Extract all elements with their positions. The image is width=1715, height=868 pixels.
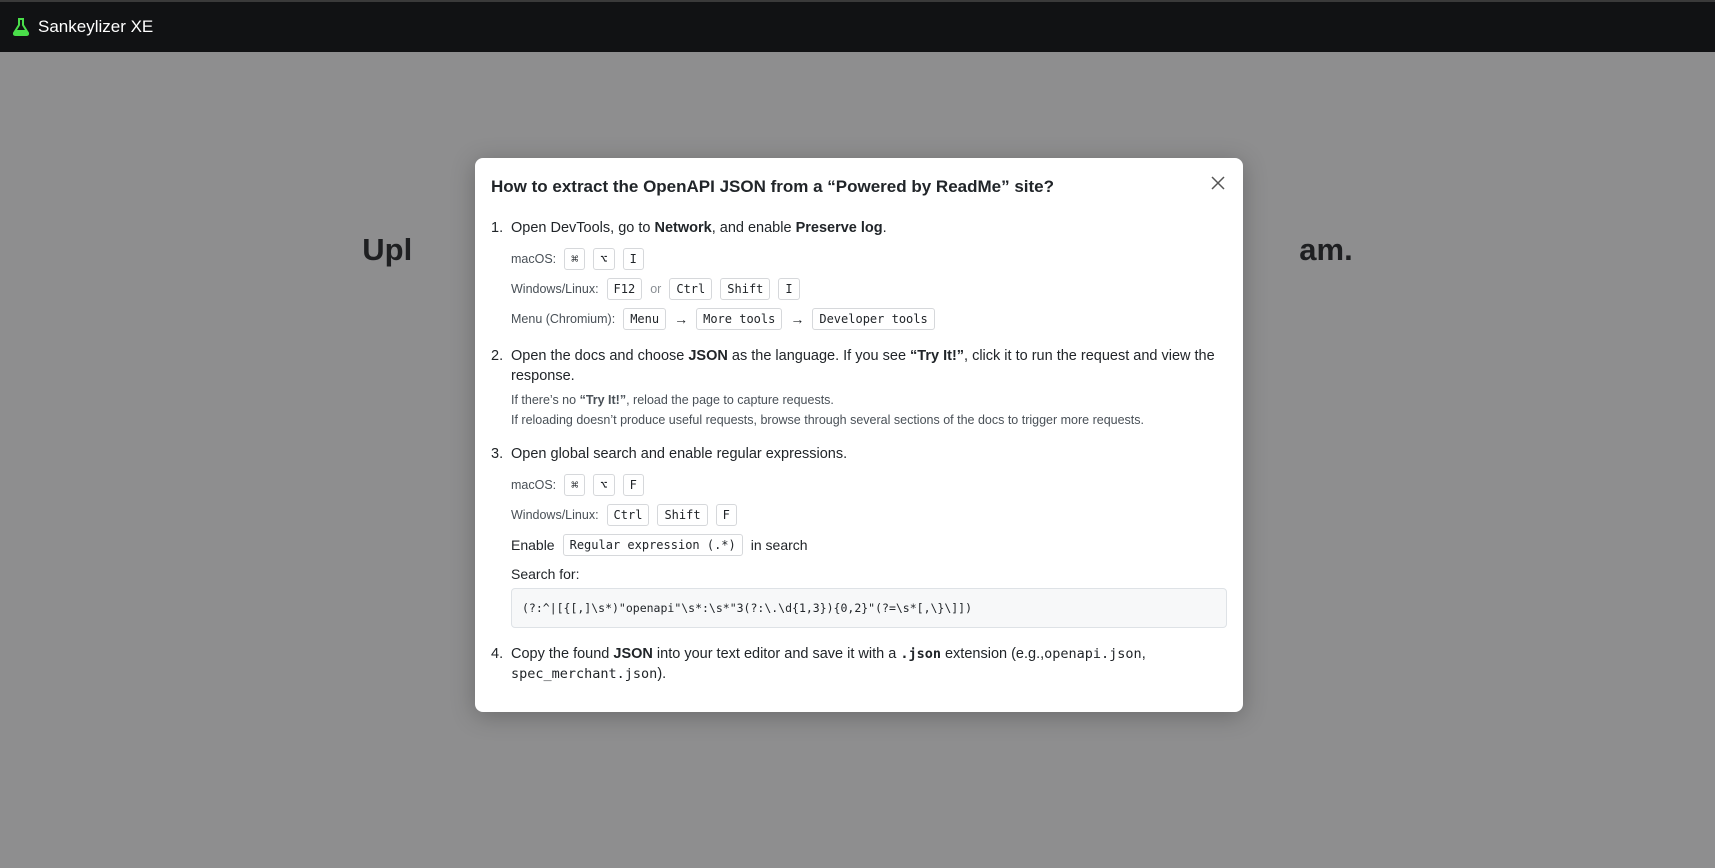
regex-toggle-label: Regular expression (.*)	[562, 534, 743, 556]
step-number: 3.	[491, 446, 504, 462]
text: ).	[657, 666, 667, 682]
step-2-text: Open the docs and choose JSON as the lan…	[511, 346, 1227, 386]
key-shift: Shift	[720, 278, 771, 300]
or-text: or	[650, 282, 662, 296]
text: .	[882, 220, 887, 236]
text: Copy the found	[511, 646, 614, 662]
try-it-label: “Try It!”	[910, 348, 965, 364]
key-cmd: ⌘	[564, 474, 586, 496]
step-3: 3. Open global search and enable regular…	[491, 444, 1227, 628]
macos-label: macOS:	[511, 478, 557, 492]
close-button[interactable]	[1207, 172, 1229, 194]
key-f: F	[715, 504, 737, 526]
example-filename-1: openapi.json	[1044, 646, 1142, 662]
flask-icon	[12, 18, 30, 36]
key-ctrl: Ctrl	[669, 278, 713, 300]
key-shift: Shift	[657, 504, 708, 526]
step-number: 1.	[491, 220, 504, 236]
menu-label: Menu (Chromium):	[511, 312, 616, 326]
json-label: JSON	[613, 646, 653, 662]
text: , reload the page to capture requests.	[626, 393, 834, 407]
windows-shortcut-row: Windows/Linux: Ctrl Shift F	[511, 500, 1227, 530]
steps-list: 1. Open DevTools, go to Network, and ena…	[491, 218, 1227, 684]
macos-shortcut-row: macOS: ⌘ ⌥ I	[511, 244, 1227, 274]
step-4: 4. Copy the found JSON into your text ed…	[491, 644, 1227, 684]
macos-label: macOS:	[511, 252, 557, 266]
key-i: I	[778, 278, 800, 300]
try-it-label: “Try It!”	[579, 393, 627, 407]
text: into your text editor and save it with a	[652, 646, 901, 662]
key-cmd: ⌘	[564, 248, 586, 270]
json-label: JSON	[688, 348, 728, 364]
network-label: Network	[654, 220, 712, 236]
search-for-label: Search for:	[511, 566, 580, 582]
step-1-text: Open DevTools, go to Network, and enable…	[511, 218, 1227, 238]
app-brand[interactable]: Sankeylizer XE	[12, 17, 153, 37]
key-f: F	[622, 474, 644, 496]
menu-item-developer-tools: Developer tools	[812, 308, 935, 330]
key-f12: F12	[606, 278, 643, 300]
text: Open the docs and choose	[511, 348, 689, 364]
example-filename-2: spec_merchant.json	[511, 666, 658, 682]
key-ctrl: Ctrl	[606, 504, 650, 526]
step-number: 2.	[491, 348, 504, 364]
step-number: 4.	[491, 646, 504, 662]
text: as the language. If you see	[727, 348, 911, 364]
enable-regex-row: Enable Regular expression (.*) in search	[511, 530, 1227, 560]
step-2: 2. Open the docs and choose JSON as the …	[491, 346, 1227, 430]
close-icon	[1211, 176, 1225, 190]
in-search-text: in search	[750, 537, 808, 553]
step-3-text: Open global search and enable regular ex…	[511, 446, 848, 462]
modal-title: How to extract the OpenAPI JSON from a “…	[491, 177, 1055, 196]
step-4-text: Copy the found JSON into your text edito…	[511, 644, 1227, 684]
help-modal: How to extract the OpenAPI JSON from a “…	[475, 158, 1243, 712]
text: Open DevTools, go to	[511, 220, 655, 236]
text: If there’s no	[511, 393, 580, 407]
key-option: ⌥	[593, 474, 615, 496]
step-1: 1. Open DevTools, go to Network, and ena…	[491, 218, 1227, 334]
text: ,	[1141, 646, 1146, 662]
arrow-right-icon: →	[674, 311, 689, 327]
windows-label: Windows/Linux:	[511, 508, 599, 522]
macos-shortcut-row: macOS: ⌘ ⌥ F	[511, 470, 1227, 500]
step-2-note-2: If reloading doesn’t produce useful requ…	[511, 413, 1144, 427]
key-i: I	[622, 248, 644, 270]
menu-item-menu: Menu	[623, 308, 667, 330]
key-option: ⌥	[593, 248, 615, 270]
arrow-right-icon: →	[790, 311, 805, 327]
step-2-note-1: If there’s no “Try It!”, reload the page…	[511, 390, 1227, 410]
windows-label: Windows/Linux:	[511, 282, 599, 296]
windows-shortcut-row: Windows/Linux: F12 or Ctrl Shift I	[511, 274, 1227, 304]
enable-text: Enable	[511, 537, 555, 553]
preserve-log-label: Preserve log	[795, 220, 883, 236]
text: , and enable	[711, 220, 796, 236]
menu-item-more-tools: More tools	[696, 308, 783, 330]
menu-path-row: Menu (Chromium): Menu → More tools → Dev…	[511, 304, 1227, 334]
json-extension: .json	[900, 646, 941, 662]
regex-code-block[interactable]: (?:^|[{[,]\s*)"openapi"\s*:\s*"3(?:\.\d{…	[511, 588, 1227, 628]
top-navbar: Sankeylizer XE	[0, 0, 1715, 52]
app-title: Sankeylizer XE	[38, 17, 154, 36]
text: extension (e.g.,	[940, 646, 1045, 662]
